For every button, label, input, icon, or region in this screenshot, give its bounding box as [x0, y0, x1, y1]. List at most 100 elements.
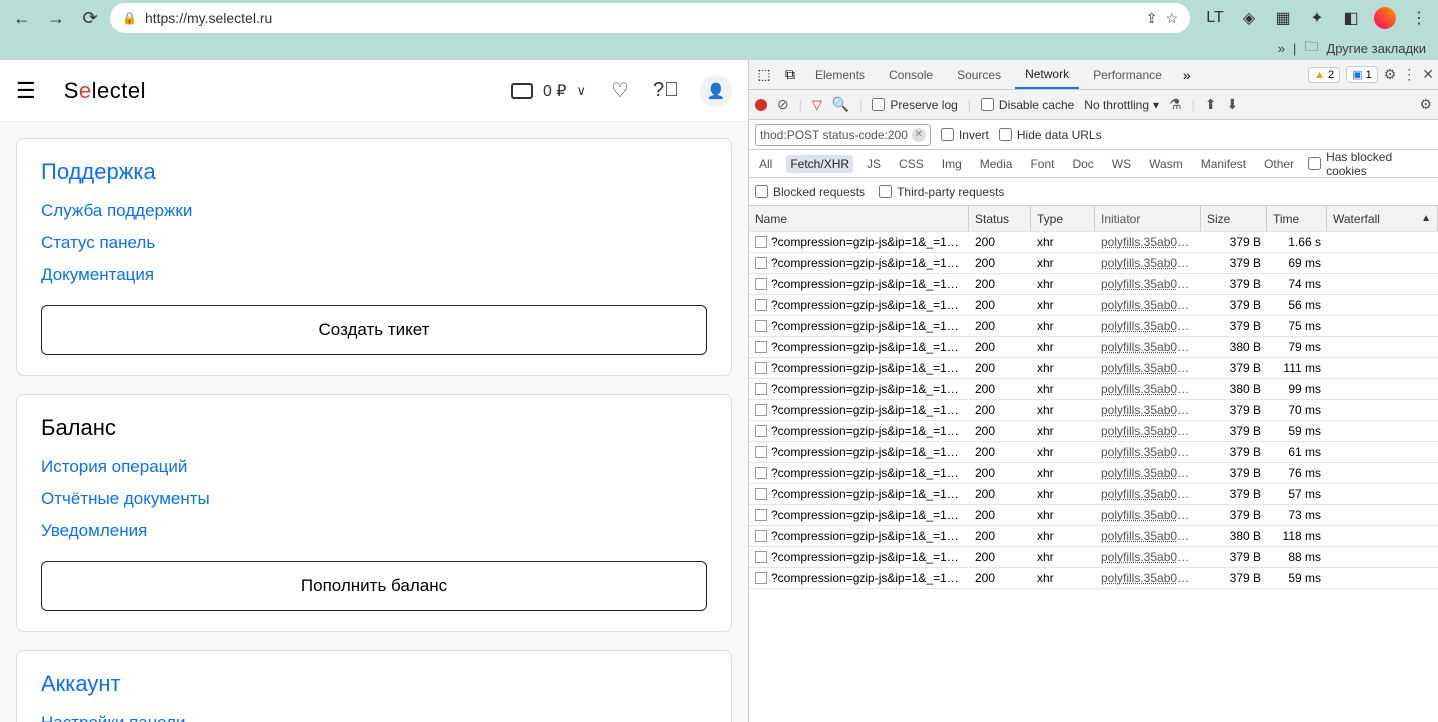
table-row[interactable]: ?compression=gzip-js&ip=1&_=1…200xhrpoly… — [749, 337, 1438, 358]
table-row[interactable]: ?compression=gzip-js&ip=1&_=1…200xhrpoly… — [749, 316, 1438, 337]
type-ws[interactable]: WS — [1108, 155, 1135, 173]
col-time[interactable]: Time — [1267, 206, 1327, 231]
type-wasm[interactable]: Wasm — [1145, 155, 1187, 173]
bookmarks-overflow-icon[interactable]: » — [1278, 41, 1285, 56]
row-checkbox[interactable] — [755, 257, 767, 269]
network-settings-icon[interactable]: ⚙ — [1419, 96, 1432, 113]
table-row[interactable]: ?compression=gzip-js&ip=1&_=1…200xhrpoly… — [749, 379, 1438, 400]
row-checkbox[interactable] — [755, 425, 767, 437]
row-checkbox[interactable] — [755, 320, 767, 332]
help-icon[interactable]: ?⃝ — [654, 79, 678, 103]
table-row[interactable]: ?compression=gzip-js&ip=1&_=1…200xhrpoly… — [749, 568, 1438, 589]
table-row[interactable]: ?compression=gzip-js&ip=1&_=1…200xhrpoly… — [749, 547, 1438, 568]
row-checkbox[interactable] — [755, 551, 767, 563]
col-status[interactable]: Status — [969, 206, 1031, 231]
type-all[interactable]: All — [755, 155, 776, 173]
tab-network[interactable]: Network — [1015, 61, 1079, 89]
user-menu[interactable]: 👤 — [700, 75, 732, 107]
table-row[interactable]: ?compression=gzip-js&ip=1&_=1…200xhrpoly… — [749, 442, 1438, 463]
download-icon[interactable]: ⬇ — [1226, 96, 1238, 113]
preserve-log-checkbox[interactable]: Preserve log — [872, 98, 957, 112]
col-type[interactable]: Type — [1031, 206, 1095, 231]
balance-chip[interactable]: 0 ₽ ∨ — [511, 81, 586, 101]
close-devtools-icon[interactable]: ✕ — [1422, 66, 1434, 83]
table-row[interactable]: ?compression=gzip-js&ip=1&_=1…200xhrpoly… — [749, 232, 1438, 253]
account-title[interactable]: Аккаунт — [41, 671, 707, 697]
topup-button[interactable]: Пополнить баланс — [41, 561, 707, 611]
type-fetchxhr[interactable]: Fetch/XHR — [786, 155, 853, 173]
support-title[interactable]: Поддержка — [41, 159, 707, 185]
ext-panel-icon[interactable]: ◧ — [1340, 7, 1362, 29]
inspect-icon[interactable]: ⬚ — [753, 66, 775, 83]
search-icon[interactable]: 🔍 — [832, 96, 849, 113]
reload-button[interactable]: ⟳ — [76, 4, 104, 32]
clear-filter-icon[interactable]: ✕ — [912, 128, 926, 142]
url-bar[interactable]: 🔒 https://my.selectel.ru ⇪ ☆ — [110, 3, 1190, 33]
table-row[interactable]: ?compression=gzip-js&ip=1&_=1…200xhrpoly… — [749, 253, 1438, 274]
support-link-1[interactable]: Статус панель — [41, 233, 707, 253]
filter-toggle-icon[interactable]: ▽ — [812, 97, 822, 113]
throttling-select[interactable]: No throttling ▾ — [1084, 98, 1159, 112]
table-row[interactable]: ?compression=gzip-js&ip=1&_=1…200xhrpoly… — [749, 400, 1438, 421]
hamburger-icon[interactable]: ☰ — [16, 78, 36, 104]
create-ticket-button[interactable]: Создать тикет — [41, 305, 707, 355]
table-row[interactable]: ?compression=gzip-js&ip=1&_=1…200xhrpoly… — [749, 484, 1438, 505]
tab-performance[interactable]: Performance — [1083, 62, 1172, 88]
tab-console[interactable]: Console — [879, 62, 943, 88]
row-checkbox[interactable] — [755, 236, 767, 248]
table-row[interactable]: ?compression=gzip-js&ip=1&_=1…200xhrpoly… — [749, 505, 1438, 526]
ext-grid-icon[interactable]: ▦ — [1272, 7, 1294, 29]
share-icon[interactable]: ⇪ — [1146, 10, 1158, 27]
balance-link-0[interactable]: История операций — [41, 457, 707, 477]
account-link-0[interactable]: Настройки панели — [41, 713, 707, 722]
row-checkbox[interactable] — [755, 446, 767, 458]
row-checkbox[interactable] — [755, 509, 767, 521]
table-row[interactable]: ?compression=gzip-js&ip=1&_=1…200xhrpoly… — [749, 358, 1438, 379]
table-row[interactable]: ?compression=gzip-js&ip=1&_=1…200xhrpoly… — [749, 421, 1438, 442]
disable-cache-checkbox[interactable]: Disable cache — [981, 98, 1074, 112]
type-other[interactable]: Other — [1260, 155, 1298, 173]
support-link-0[interactable]: Служба поддержки — [41, 201, 707, 221]
clear-icon[interactable]: ⊘ — [777, 96, 789, 113]
balance-link-2[interactable]: Уведомления — [41, 521, 707, 541]
row-checkbox[interactable] — [755, 404, 767, 416]
extensions-icon[interactable]: ✦ — [1306, 7, 1328, 29]
other-bookmarks[interactable]: Другие закладки — [1326, 41, 1426, 56]
col-initiator[interactable]: Initiator — [1095, 206, 1201, 231]
wifi-icon[interactable]: ⚗ — [1169, 96, 1182, 113]
third-party-checkbox[interactable]: Third-party requests — [879, 185, 1004, 199]
device-icon[interactable]: ⧉ — [779, 66, 801, 83]
filter-input[interactable]: thod:POST status-code:200 ✕ — [755, 124, 931, 146]
more-tabs-icon[interactable]: » — [1176, 67, 1198, 83]
table-row[interactable]: ?compression=gzip-js&ip=1&_=1…200xhrpoly… — [749, 526, 1438, 547]
forward-button[interactable]: → — [42, 4, 70, 32]
tab-sources[interactable]: Sources — [947, 62, 1011, 88]
row-checkbox[interactable] — [755, 362, 767, 374]
col-name[interactable]: Name — [749, 206, 969, 231]
row-checkbox[interactable] — [755, 467, 767, 479]
support-link-2[interactable]: Документация — [41, 265, 707, 285]
row-checkbox[interactable] — [755, 383, 767, 395]
hide-data-urls-checkbox[interactable]: Hide data URLs — [999, 128, 1102, 142]
devtools-menu-icon[interactable]: ⋮ — [1402, 66, 1416, 83]
row-checkbox[interactable] — [755, 299, 767, 311]
col-waterfall[interactable]: Waterfall▲ — [1327, 206, 1438, 231]
star-icon[interactable]: ☆ — [1165, 10, 1178, 27]
issues-badge[interactable]: ▣1 — [1346, 66, 1378, 83]
table-row[interactable]: ?compression=gzip-js&ip=1&_=1…200xhrpoly… — [749, 274, 1438, 295]
balance-link-1[interactable]: Отчётные документы — [41, 489, 707, 509]
has-blocked-cookies-checkbox[interactable]: Has blocked cookies — [1308, 150, 1432, 178]
row-checkbox[interactable] — [755, 572, 767, 584]
type-img[interactable]: Img — [938, 155, 966, 173]
bell-icon[interactable]: ♡ — [608, 79, 632, 103]
ext-lt-icon[interactable]: LT — [1204, 7, 1226, 29]
type-css[interactable]: CSS — [895, 155, 928, 173]
back-button[interactable]: ← — [8, 4, 36, 32]
settings-icon[interactable]: ⚙ — [1384, 66, 1397, 83]
type-doc[interactable]: Doc — [1068, 155, 1097, 173]
warnings-badge[interactable]: ▲2 — [1308, 67, 1340, 83]
invert-checkbox[interactable]: Invert — [941, 128, 989, 142]
row-checkbox[interactable] — [755, 278, 767, 290]
table-row[interactable]: ?compression=gzip-js&ip=1&_=1…200xhrpoly… — [749, 295, 1438, 316]
type-font[interactable]: Font — [1026, 155, 1058, 173]
